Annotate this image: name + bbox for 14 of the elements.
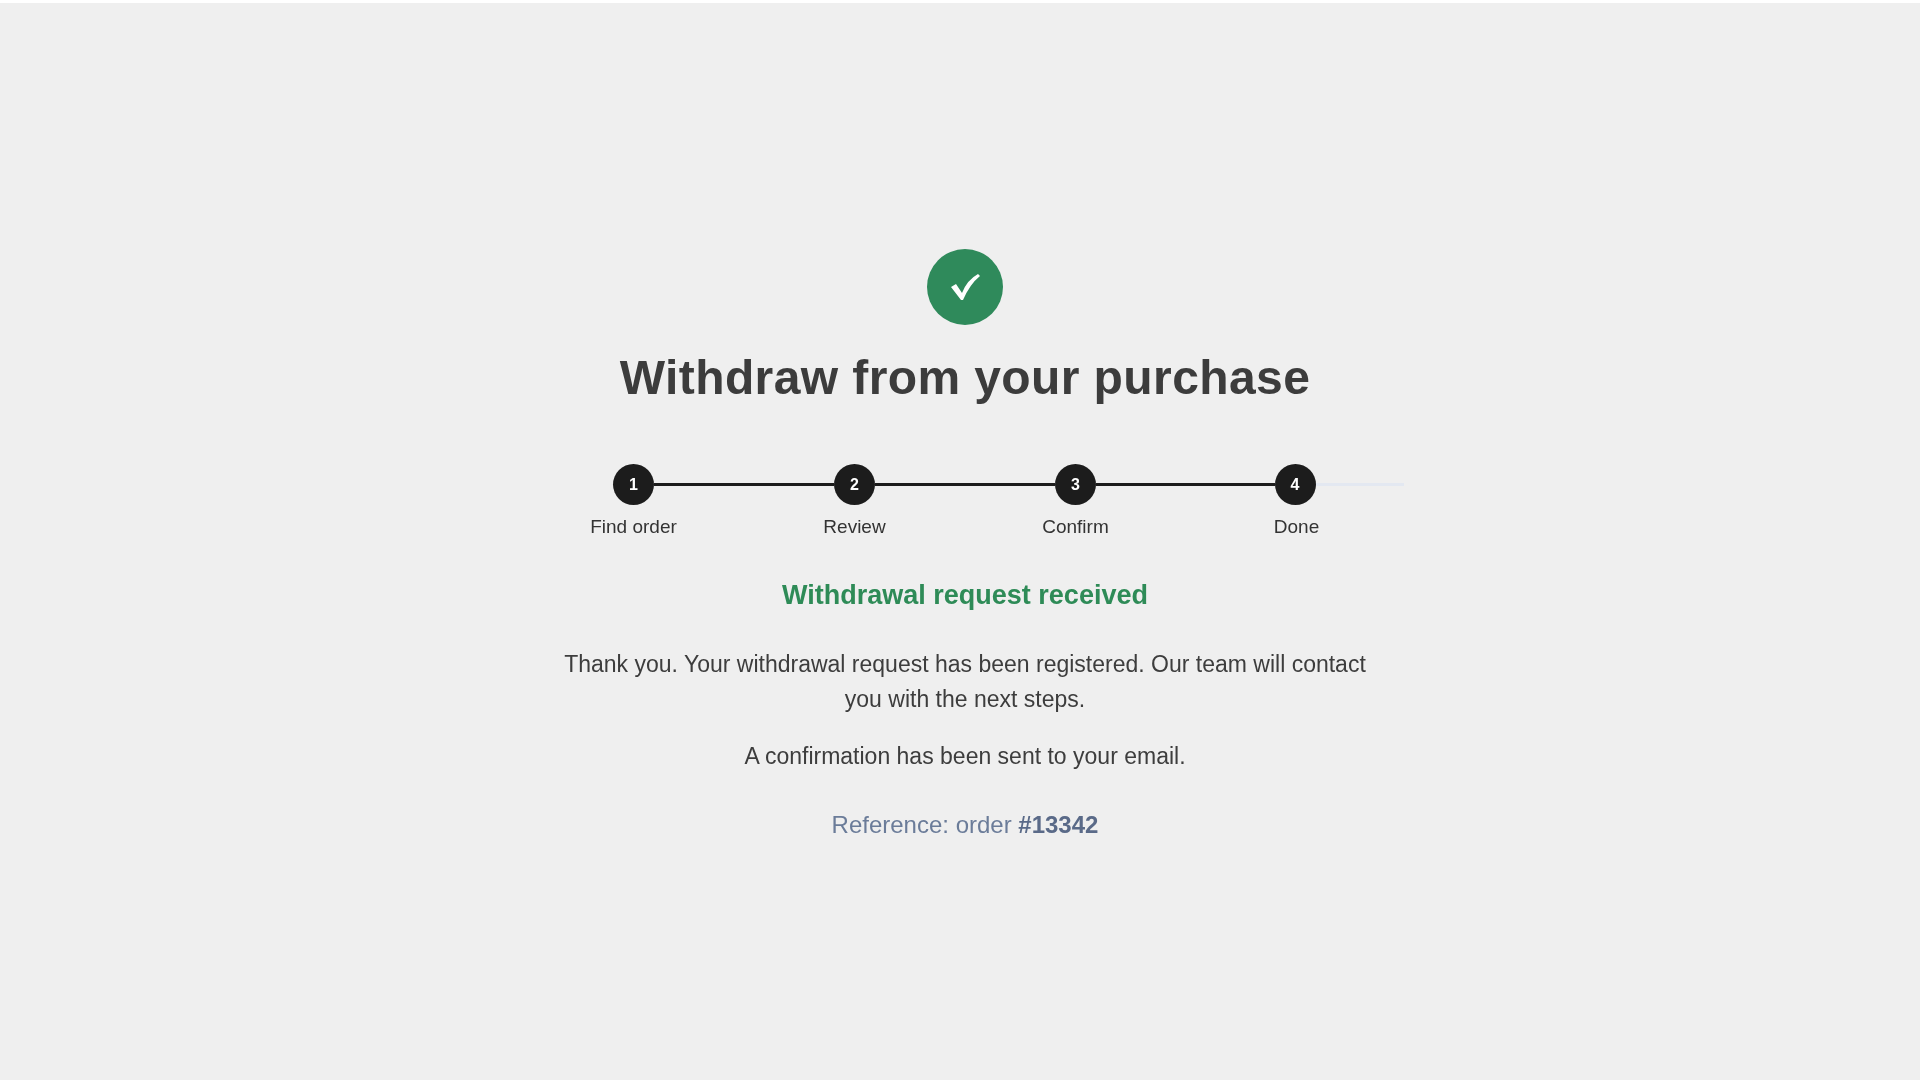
step-label: Review <box>823 515 886 539</box>
order-reference: Reference: order #13342 <box>831 810 1099 840</box>
check-icon <box>927 249 1003 325</box>
confirmation-message: Thank you. Your withdrawal request has been registered. Our team will contact you with the next steps. <box>563 650 1367 714</box>
step-label: Confirm <box>1042 515 1109 539</box>
step-label: Find order <box>590 515 677 539</box>
success-heading: Withdrawal request received <box>782 579 1148 612</box>
step-label: Done <box>1273 515 1320 539</box>
step-marker: 3 <box>1055 464 1096 505</box>
step-marker: 2 <box>834 464 875 505</box>
step-marker: 4 <box>1274 464 1316 505</box>
page-title: Withdraw from your purchase <box>619 350 1311 406</box>
email-note: A confirmation has been sent to your email. <box>744 742 1186 771</box>
step-marker: 1 <box>613 464 654 505</box>
